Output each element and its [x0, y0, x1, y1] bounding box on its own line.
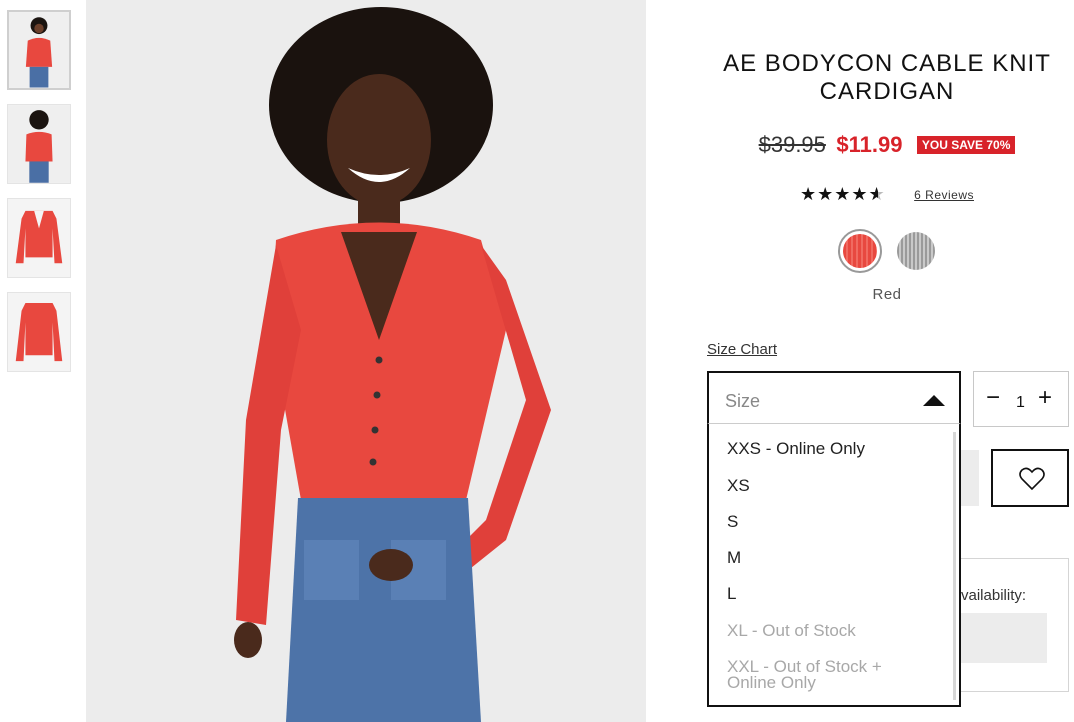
store-availability-label: vailability: [961, 587, 1027, 604]
size-chart-link[interactable]: Size Chart [707, 341, 777, 358]
product-title-line-1: AE BODYCON CABLE KNIT [723, 50, 1051, 77]
thumbnail-model-front[interactable] [7, 10, 71, 90]
quantity-decrease-button[interactable]: − [986, 384, 1000, 412]
size-option-s[interactable]: S [727, 513, 738, 530]
savings-badge: YOU SAVE 70% [916, 136, 1016, 154]
thumbnail-model-front-image [9, 12, 69, 88]
thumbnail-flat-back-image [8, 293, 70, 371]
size-select[interactable]: Size [707, 371, 961, 425]
rating-row: ★★★★★ 6 Reviews [700, 184, 1074, 205]
thumbnail-flat-front[interactable] [7, 198, 71, 278]
star-icon: ★ [799, 184, 818, 204]
quantity-stepper: − 1 + [973, 371, 1069, 427]
model-photo [86, 0, 646, 722]
reviews-link[interactable]: 6 Reviews [914, 188, 974, 202]
size-option-m[interactable]: M [727, 549, 741, 566]
product-details-panel: AE BODYCON CABLE KNIT CARDIGAN $39.95 $1… [700, 0, 1074, 722]
half-star-icon: ★ [869, 184, 886, 205]
sale-price: $11.99 [836, 132, 903, 157]
thumbnail-model-back-image [8, 105, 70, 183]
color-swatch-grey[interactable] [894, 229, 938, 273]
heart-icon [1019, 467, 1045, 491]
size-option-l[interactable]: L [727, 585, 736, 602]
product-title: AE BODYCON CABLE KNIT CARDIGAN [700, 50, 1074, 106]
main-product-image [86, 0, 646, 722]
size-option-xl: XL - Out of Stock [727, 621, 856, 640]
thumbnail-flat-front-image [8, 199, 70, 277]
size-option-xs[interactable]: XS [727, 477, 750, 494]
star-rating: ★★★★★ [800, 184, 886, 205]
thumbnail-flat-back[interactable] [7, 292, 71, 372]
dropdown-scrollbar[interactable] [953, 432, 956, 700]
star-icon: ★ [817, 184, 835, 204]
thumbnail-list [7, 10, 73, 386]
color-swatch-red[interactable] [838, 229, 882, 273]
size-option-xxs[interactable]: XXS - Online Only [727, 440, 865, 457]
product-title-line-2: CARDIGAN [819, 78, 955, 105]
star-icon: ★ [851, 184, 869, 204]
size-select-placeholder: Size [725, 391, 761, 411]
thumbnail-model-back[interactable] [7, 104, 71, 184]
size-option-xxl: XXL - Out of Stock + Online Only [727, 657, 882, 692]
color-swatches [838, 229, 950, 278]
size-dropdown-list: XXS - Online Only XS S M L XL - Out of S… [707, 423, 961, 707]
selected-color-label: Red [872, 286, 902, 303]
add-to-bag-button[interactable] [961, 450, 979, 506]
star-icon: ★ [834, 184, 852, 204]
caret-up-icon [923, 395, 945, 406]
quantity-increase-button[interactable]: + [1038, 384, 1052, 412]
wishlist-button[interactable] [991, 449, 1069, 507]
original-price: $39.95 [758, 132, 826, 157]
quantity-value: 1 [1016, 394, 1025, 411]
price-row: $39.95 $11.99 YOU SAVE 70% [700, 132, 1074, 158]
find-in-store-button[interactable] [961, 613, 1047, 663]
